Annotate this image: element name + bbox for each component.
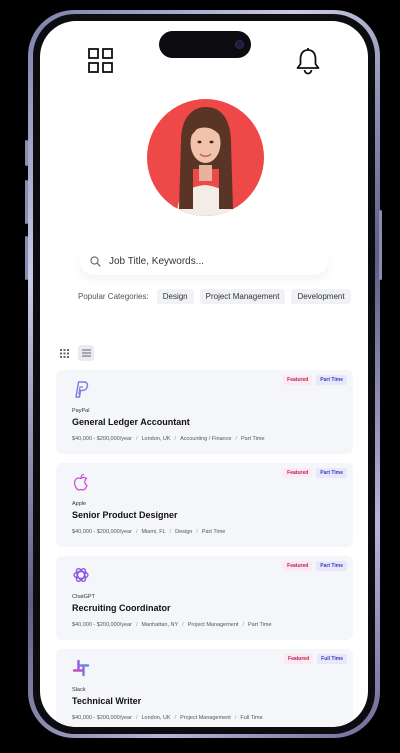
job-location: London, UK xyxy=(141,715,171,721)
job-type: Part Time xyxy=(240,436,265,442)
job-type: Part Time xyxy=(201,529,226,535)
meta-separator: / xyxy=(135,529,138,535)
job-category: Project Management xyxy=(180,715,231,721)
job-company: Slack xyxy=(72,687,86,693)
dots-grid-icon xyxy=(59,348,69,358)
popular-categories: Popular Categories: Design Project Manag… xyxy=(78,289,351,304)
job-title[interactable]: Recruiting Coordinator xyxy=(72,603,171,613)
grid-icon[interactable] xyxy=(88,48,113,73)
job-badges: Featured Part Time xyxy=(283,468,347,478)
app-screen: Popular Categories: Design Project Manag… xyxy=(40,21,368,727)
phone-volume-up xyxy=(25,180,28,224)
job-badges: Featured Part Time xyxy=(283,375,347,385)
job-company: ChatGPT xyxy=(72,594,95,600)
list-view-button[interactable] xyxy=(78,345,94,361)
job-meta: $40,000 - $200,000/year / London, UK / Pro… xyxy=(72,715,263,721)
meta-separator: / xyxy=(182,622,184,628)
meta-separator: / xyxy=(242,622,244,628)
job-salary: $40,000 - $200,000/year xyxy=(72,529,132,535)
search-input[interactable] xyxy=(107,254,311,268)
bell-icon[interactable] xyxy=(295,47,321,75)
meta-separator: / xyxy=(135,715,138,721)
job-title[interactable]: Senior Product Designer xyxy=(72,510,178,520)
job-card[interactable]: PayPal General Ledger Accountant $40,000… xyxy=(56,370,353,454)
meta-separator: / xyxy=(234,715,237,721)
camera-icon xyxy=(236,41,243,48)
category-chip-development[interactable]: Development xyxy=(291,289,351,304)
job-location: Manhattan, NY xyxy=(141,622,179,628)
meta-separator: / xyxy=(235,436,237,442)
meta-separator: / xyxy=(196,529,198,535)
job-type-badge: Part Time xyxy=(316,375,347,385)
meta-separator: / xyxy=(174,715,177,721)
job-location: London, UK xyxy=(141,436,171,442)
job-type: Full Time xyxy=(240,715,263,721)
job-badges: Featured Full Time xyxy=(284,654,347,664)
featured-badge: Featured xyxy=(283,561,313,571)
job-type-badge: Full Time xyxy=(317,654,347,664)
job-meta: $40,000 - $200,000/year / London, UK / Acc… xyxy=(72,436,265,442)
job-category: Project Management xyxy=(187,622,239,628)
job-title[interactable]: Technical Writer xyxy=(72,696,141,706)
job-salary: $40,000 - $200,000/year xyxy=(72,436,132,442)
profile-avatar[interactable] xyxy=(147,99,264,216)
featured-badge: Featured xyxy=(284,654,314,664)
job-badges: Featured Part Time xyxy=(283,561,347,571)
job-type-badge: Part Time xyxy=(316,468,347,478)
phone-volume-down xyxy=(25,236,28,280)
job-meta: $40,000 - $200,000/year / Miami, FL / Desi… xyxy=(72,529,225,535)
chatgpt-logo-icon xyxy=(73,568,89,582)
search-bar[interactable] xyxy=(80,247,328,275)
category-chip-project-management[interactable]: Project Management xyxy=(199,289,286,304)
job-meta: $40,000 - $200,000/year / Manhattan, NY / … xyxy=(72,622,272,628)
paypal-logo-icon xyxy=(75,381,89,398)
search-icon xyxy=(90,255,101,267)
job-salary: $40,000 - $200,000/year xyxy=(72,622,132,628)
job-salary: $40,000 - $200,000/year xyxy=(72,715,132,721)
apple-logo-icon xyxy=(73,473,88,491)
job-card[interactable]: Slack Technical Writer $40,000 - $200,00… xyxy=(56,649,353,727)
grid-view-button[interactable] xyxy=(56,345,72,361)
meta-separator: / xyxy=(135,622,138,628)
slack-logo-icon xyxy=(72,659,90,677)
meta-separator: / xyxy=(174,436,177,442)
job-type-badge: Part Time xyxy=(316,561,347,571)
meta-separator: / xyxy=(169,529,172,535)
job-card[interactable]: Apple Senior Product Designer $40,000 - … xyxy=(56,463,353,547)
job-category: Design xyxy=(175,529,193,535)
job-company: PayPal xyxy=(72,408,90,414)
meta-separator: / xyxy=(135,436,138,442)
phone-power-button xyxy=(379,210,382,280)
person-portrait-icon xyxy=(177,107,233,216)
featured-badge: Featured xyxy=(283,468,313,478)
featured-badge: Featured xyxy=(283,375,313,385)
categories-label: Popular Categories: xyxy=(78,292,149,301)
list-icon xyxy=(81,349,91,357)
job-location: Miami, FL xyxy=(141,529,166,535)
job-type: Part Time xyxy=(247,622,272,628)
job-company: Apple xyxy=(72,501,87,507)
category-chip-design[interactable]: Design xyxy=(156,289,194,304)
job-card[interactable]: ChatGPT Recruiting Coordinator $40,000 -… xyxy=(56,556,353,640)
job-list: PayPal General Ledger Accountant $40,000… xyxy=(56,370,353,727)
job-category: Accounting / Finance xyxy=(180,436,232,442)
dynamic-island xyxy=(159,31,251,58)
view-toggle xyxy=(56,345,94,361)
job-title[interactable]: General Ledger Accountant xyxy=(72,417,190,427)
phone-side-button xyxy=(25,140,28,166)
